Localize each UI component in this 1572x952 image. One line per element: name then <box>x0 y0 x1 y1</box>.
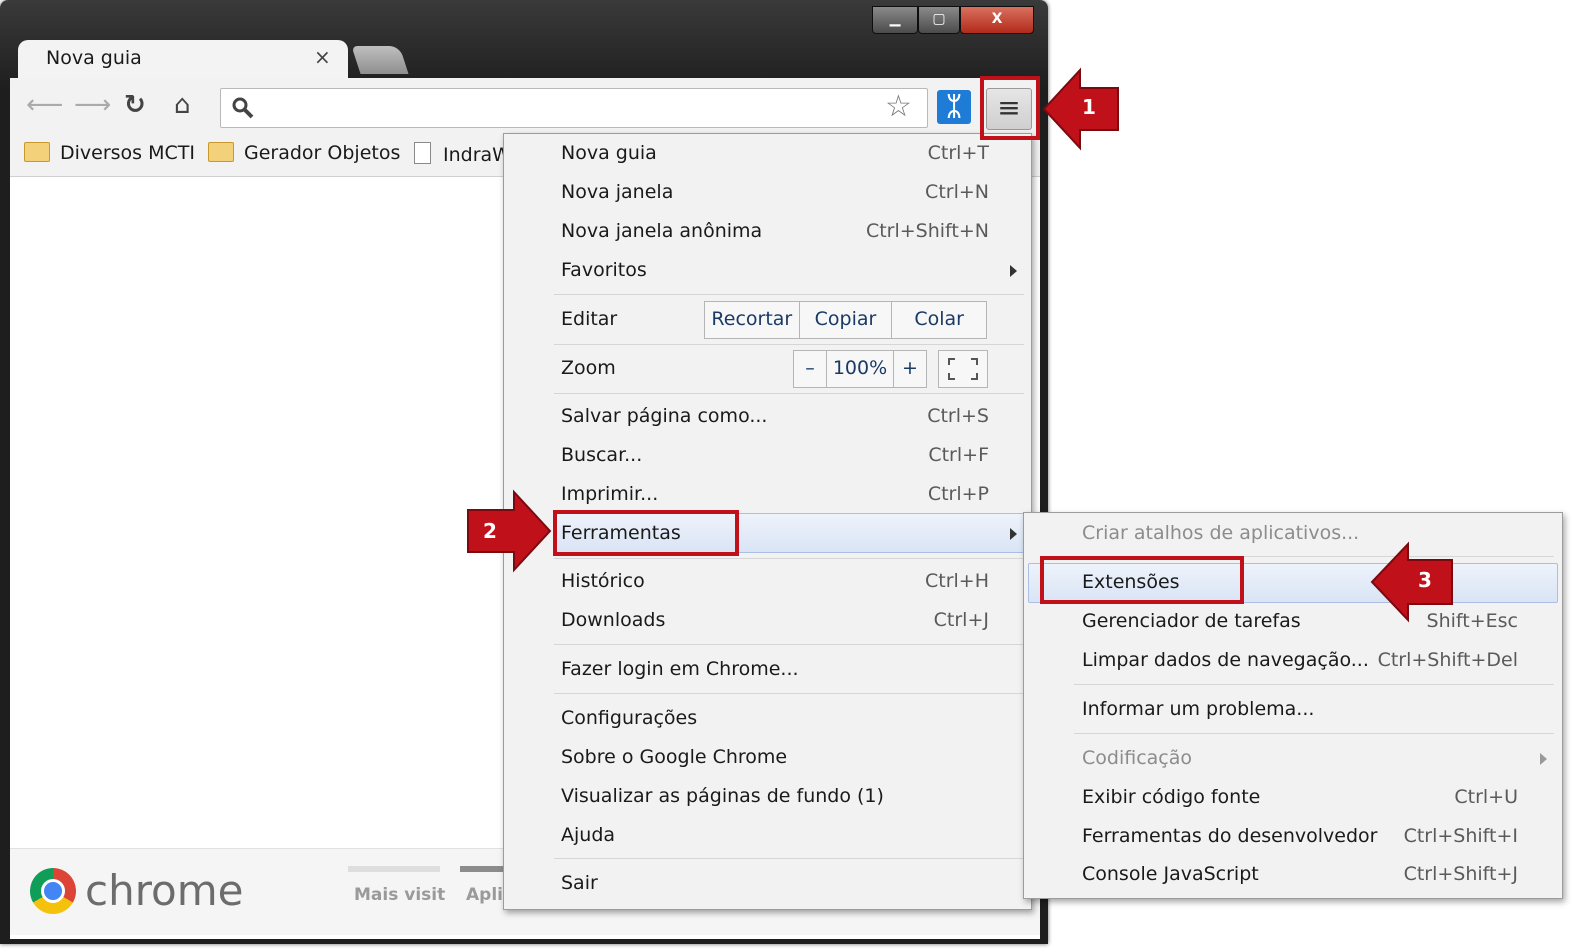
shortcut-text: Ctrl+J <box>933 609 989 631</box>
menu-item-ferramentas-desenvolvedor[interactable]: Ferramentas do desenvolvedor <box>1082 825 1377 847</box>
shortcut-text: Ctrl+H <box>924 570 989 592</box>
search-icon <box>232 97 254 119</box>
tab-close-icon[interactable]: × <box>314 45 331 69</box>
folder-icon <box>24 142 50 162</box>
callout-label-1: 1 <box>1082 95 1096 119</box>
menu-separator <box>554 344 1024 345</box>
shortcut-text: Ctrl+Shift+Del <box>1377 649 1518 671</box>
menu-item-ajuda[interactable]: Ajuda <box>561 824 615 846</box>
menu-item-exibir-codigo[interactable]: Exibir código fonte <box>1082 786 1260 808</box>
shortcut-text: Ctrl+F <box>928 444 989 466</box>
footer-tab-apps[interactable]: Apli <box>466 885 503 905</box>
submenu-arrow-icon <box>1540 753 1547 765</box>
paste-button[interactable]: Colar <box>892 302 986 338</box>
extension-icon[interactable]: ᛯ <box>937 90 971 124</box>
submenu-arrow-icon <box>1010 528 1017 540</box>
menu-item-buscar[interactable]: Buscar... <box>561 444 642 466</box>
reload-icon[interactable]: ↻ <box>124 90 146 120</box>
menu-separator <box>1074 684 1554 685</box>
fullscreen-button[interactable] <box>938 350 988 388</box>
menu-item-fazer-login[interactable]: Fazer login em Chrome... <box>561 658 799 680</box>
footer-tab-bar-active <box>460 866 504 872</box>
bookmark-diversos-mcti[interactable]: Diversos MCTI <box>24 142 195 164</box>
footer-tab-bar <box>348 866 440 872</box>
shortcut-text: Ctrl+Shift+I <box>1403 825 1518 847</box>
shortcut-text: Ctrl+Shift+N <box>865 220 989 242</box>
menu-item-gerenciador-tarefas[interactable]: Gerenciador de tarefas <box>1082 610 1301 632</box>
menu-item-codificacao: Codificação <box>1082 747 1193 769</box>
zoom-in-button[interactable]: + <box>894 351 926 387</box>
window-controls: ▁ ▢ X <box>872 6 1042 36</box>
footer-tab-most-visited[interactable]: Mais visit <box>354 885 445 905</box>
submenu-arrow-icon <box>1010 265 1017 277</box>
menu-separator <box>554 693 1024 694</box>
bookmark-gerador-objetos[interactable]: Gerador Objetos <box>208 142 400 164</box>
menu-separator <box>554 558 1024 559</box>
callout-label-3: 3 <box>1418 568 1432 592</box>
menu-item-nova-janela[interactable]: Nova janela <box>561 181 673 203</box>
maximize-button[interactable]: ▢ <box>918 6 960 34</box>
menu-item-limpar-dados[interactable]: Limpar dados de navegação... <box>1082 649 1369 671</box>
page-icon <box>414 142 431 164</box>
highlight-box-ferramentas <box>553 510 739 556</box>
arrow-right-icon[interactable]: ⟶ <box>74 90 111 120</box>
fullscreen-icon <box>948 358 978 380</box>
callout-arrow-2 <box>467 489 552 573</box>
chrome-brand-text: chrome <box>85 866 244 915</box>
menu-item-downloads[interactable]: Downloads <box>561 609 665 631</box>
menu-item-nova-janela-anonima[interactable]: Nova janela anônima <box>561 220 762 242</box>
shortcut-text: Ctrl+U <box>1454 786 1518 808</box>
menu-separator <box>554 294 1024 295</box>
folder-icon <box>208 142 234 162</box>
callout-arrow-3 <box>1370 541 1453 623</box>
menu-item-zoom: Zoom <box>561 357 616 379</box>
shortcut-text: Ctrl+Shift+J <box>1403 863 1518 885</box>
menu-separator <box>554 644 1024 645</box>
menu-item-salvar-pagina[interactable]: Salvar página como... <box>561 405 767 427</box>
menu-separator <box>554 858 1024 859</box>
menu-item-sair[interactable]: Sair <box>561 872 598 894</box>
copy-button[interactable]: Copiar <box>800 302 893 338</box>
shortcut-text: Ctrl+T <box>927 142 989 164</box>
menu-separator <box>554 393 1024 394</box>
menu-item-sobre[interactable]: Sobre o Google Chrome <box>561 746 787 768</box>
zoom-level: 100% <box>827 351 894 387</box>
shortcut-text: Ctrl+N <box>925 181 989 203</box>
callout-arrow-1 <box>1042 67 1119 151</box>
menu-item-imprimir[interactable]: Imprimir... <box>561 483 658 505</box>
menu-separator <box>1074 733 1554 734</box>
highlight-box-menu-button <box>980 76 1040 140</box>
tab-nova-guia[interactable]: Nova guia × <box>18 40 348 80</box>
menu-item-criar-atalhos: Criar atalhos de aplicativos... <box>1082 522 1360 544</box>
shortcut-text: Ctrl+P <box>927 483 989 505</box>
menu-item-informar-problema[interactable]: Informar um problema... <box>1082 698 1314 720</box>
tab-title: Nova guia <box>46 47 142 69</box>
bookmark-indraw[interactable]: IndraW <box>414 142 511 166</box>
menu-item-configuracoes[interactable]: Configurações <box>561 707 697 729</box>
menu-item-historico[interactable]: Histórico <box>561 570 645 592</box>
menu-item-console-javascript[interactable]: Console JavaScript <box>1082 863 1259 885</box>
close-window-button[interactable]: X <box>960 6 1034 34</box>
shortcut-text: Ctrl+S <box>927 405 989 427</box>
omnibox-input[interactable]: ☆ <box>220 88 928 128</box>
chrome-logo-icon <box>30 868 76 914</box>
menu-item-favoritos[interactable]: Favoritos <box>561 259 647 281</box>
menu-item-editar: Editar <box>561 308 618 330</box>
edit-buttons: Recortar Copiar Colar <box>704 301 987 339</box>
callout-label-2: 2 <box>483 519 497 543</box>
cut-button[interactable]: Recortar <box>705 302 800 338</box>
menu-item-nova-guia[interactable]: Nova guia <box>561 142 657 164</box>
zoom-out-button[interactable]: – <box>794 351 827 387</box>
star-icon[interactable]: ☆ <box>885 89 912 124</box>
home-icon[interactable]: ⌂ <box>174 90 191 120</box>
zoom-controls: – 100% + <box>793 350 927 388</box>
menu-item-paginas-fundo[interactable]: Visualizar as páginas de fundo (1) <box>561 785 884 807</box>
minimize-button[interactable]: ▁ <box>872 6 918 34</box>
highlight-box-extensoes <box>1040 556 1244 604</box>
arrow-left-icon[interactable]: ⟵ <box>26 90 63 120</box>
